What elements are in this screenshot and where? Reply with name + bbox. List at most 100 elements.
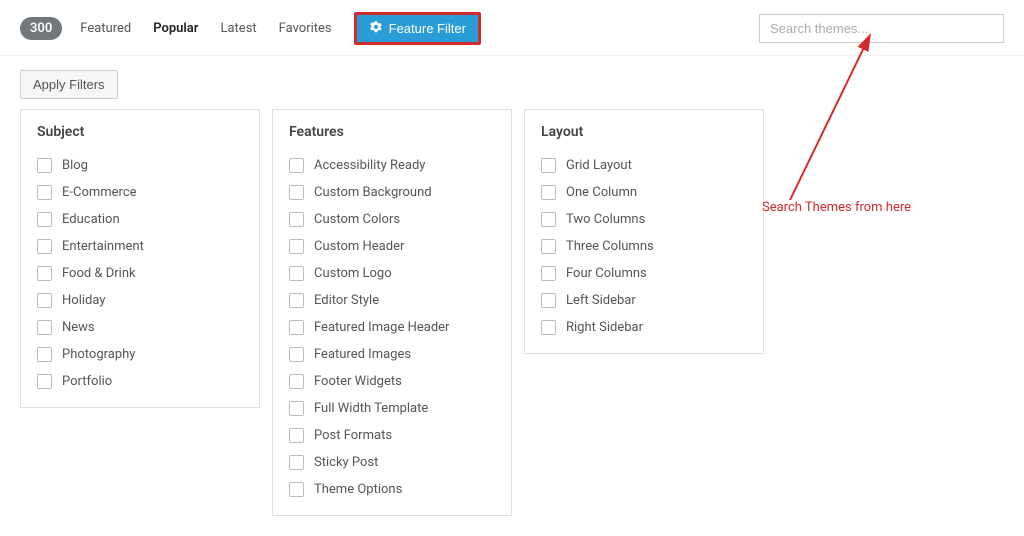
filter-option[interactable]: Portfolio <box>37 374 243 389</box>
gear-icon <box>369 20 383 37</box>
checkbox-icon <box>289 482 304 497</box>
group-layout: Layout Grid Layout One Column Two Column… <box>524 109 764 354</box>
filter-option[interactable]: Theme Options <box>289 482 495 497</box>
group-subject: Subject Blog E-Commerce Education Entert… <box>20 109 260 408</box>
filter-option[interactable]: Blog <box>37 158 243 173</box>
search-wrap <box>759 14 1004 43</box>
checkbox-icon <box>541 293 556 308</box>
option-label: Theme Options <box>314 482 402 497</box>
option-label: Custom Background <box>314 185 432 200</box>
checkbox-icon <box>289 293 304 308</box>
option-label: Portfolio <box>62 374 112 389</box>
checkbox-icon <box>37 239 52 254</box>
filter-option[interactable]: Four Columns <box>541 266 747 281</box>
option-label: Accessibility Ready <box>314 158 425 173</box>
tab-featured[interactable]: Featured <box>80 21 131 36</box>
option-label: Entertainment <box>62 239 144 254</box>
option-label: Three Columns <box>566 239 654 254</box>
option-label: Education <box>62 212 120 227</box>
checkbox-icon <box>541 158 556 173</box>
checkbox-icon <box>541 266 556 281</box>
apply-row: Apply Filters <box>0 56 1024 109</box>
option-label: Featured Image Header <box>314 320 449 335</box>
checkbox-icon <box>289 158 304 173</box>
option-label: Editor Style <box>314 293 379 308</box>
annotation-text: Search Themes from here <box>762 200 911 215</box>
filter-option[interactable]: Custom Logo <box>289 266 495 281</box>
option-label: Full Width Template <box>314 401 428 416</box>
checkbox-icon <box>37 347 52 362</box>
option-label: Four Columns <box>566 266 647 281</box>
feature-filter-label: Feature Filter <box>389 21 466 36</box>
checkbox-icon <box>37 293 52 308</box>
checkbox-icon <box>289 347 304 362</box>
tab-favorites[interactable]: Favorites <box>279 21 332 36</box>
filter-option[interactable]: Accessibility Ready <box>289 158 495 173</box>
checkbox-icon <box>289 455 304 470</box>
checkbox-icon <box>37 158 52 173</box>
filter-option[interactable]: Food & Drink <box>37 266 243 281</box>
filter-option[interactable]: Featured Image Header <box>289 320 495 335</box>
option-label: Grid Layout <box>566 158 632 173</box>
group-features: Features Accessibility Ready Custom Back… <box>272 109 512 516</box>
option-label: Footer Widgets <box>314 374 402 389</box>
filter-option[interactable]: Three Columns <box>541 239 747 254</box>
checkbox-icon <box>289 212 304 227</box>
tab-latest[interactable]: Latest <box>220 21 256 36</box>
checkbox-icon <box>289 266 304 281</box>
option-label: Sticky Post <box>314 455 378 470</box>
filter-option[interactable]: Left Sidebar <box>541 293 747 308</box>
filter-option[interactable]: Editor Style <box>289 293 495 308</box>
option-label: Custom Header <box>314 239 404 254</box>
option-label: Blog <box>62 158 88 173</box>
theme-count-badge: 300 <box>20 17 62 40</box>
filter-option[interactable]: Holiday <box>37 293 243 308</box>
filter-option[interactable]: Two Columns <box>541 212 747 227</box>
option-label: Custom Colors <box>314 212 400 227</box>
filter-groups: Subject Blog E-Commerce Education Entert… <box>0 109 1024 536</box>
option-label: Left Sidebar <box>566 293 636 308</box>
option-label: Two Columns <box>566 212 645 227</box>
filter-option[interactable]: News <box>37 320 243 335</box>
checkbox-icon <box>541 185 556 200</box>
option-label: News <box>62 320 95 335</box>
checkbox-icon <box>37 266 52 281</box>
option-label: E-Commerce <box>62 185 137 200</box>
search-input[interactable] <box>759 14 1004 43</box>
checkbox-icon <box>541 212 556 227</box>
filter-option[interactable]: Photography <box>37 347 243 362</box>
filter-option[interactable]: One Column <box>541 185 747 200</box>
checkbox-icon <box>37 320 52 335</box>
option-label: Holiday <box>62 293 105 308</box>
checkbox-icon <box>541 320 556 335</box>
checkbox-icon <box>37 212 52 227</box>
apply-filters-button[interactable]: Apply Filters <box>20 70 118 99</box>
filter-option[interactable]: Education <box>37 212 243 227</box>
filter-option[interactable]: Full Width Template <box>289 401 495 416</box>
option-label: One Column <box>566 185 637 200</box>
filter-option[interactable]: Footer Widgets <box>289 374 495 389</box>
group-title-layout: Layout <box>541 124 747 140</box>
tab-popular[interactable]: Popular <box>153 21 198 36</box>
filter-option[interactable]: Featured Images <box>289 347 495 362</box>
filter-option[interactable]: Custom Colors <box>289 212 495 227</box>
option-label: Food & Drink <box>62 266 136 281</box>
checkbox-icon <box>289 428 304 443</box>
checkbox-icon <box>289 401 304 416</box>
checkbox-icon <box>289 239 304 254</box>
checkbox-icon <box>289 320 304 335</box>
filter-option[interactable]: Grid Layout <box>541 158 747 173</box>
filter-option[interactable]: Post Formats <box>289 428 495 443</box>
feature-filter-button[interactable]: Feature Filter <box>354 12 481 45</box>
filter-option[interactable]: E-Commerce <box>37 185 243 200</box>
group-title-subject: Subject <box>37 124 243 140</box>
checkbox-icon <box>289 185 304 200</box>
filter-option[interactable]: Custom Background <box>289 185 495 200</box>
group-title-features: Features <box>289 124 495 140</box>
filter-option[interactable]: Entertainment <box>37 239 243 254</box>
filter-option[interactable]: Right Sidebar <box>541 320 747 335</box>
filter-option[interactable]: Custom Header <box>289 239 495 254</box>
option-label: Post Formats <box>314 428 392 443</box>
top-bar: 300 Featured Popular Latest Favorites Fe… <box>0 0 1024 56</box>
filter-option[interactable]: Sticky Post <box>289 455 495 470</box>
